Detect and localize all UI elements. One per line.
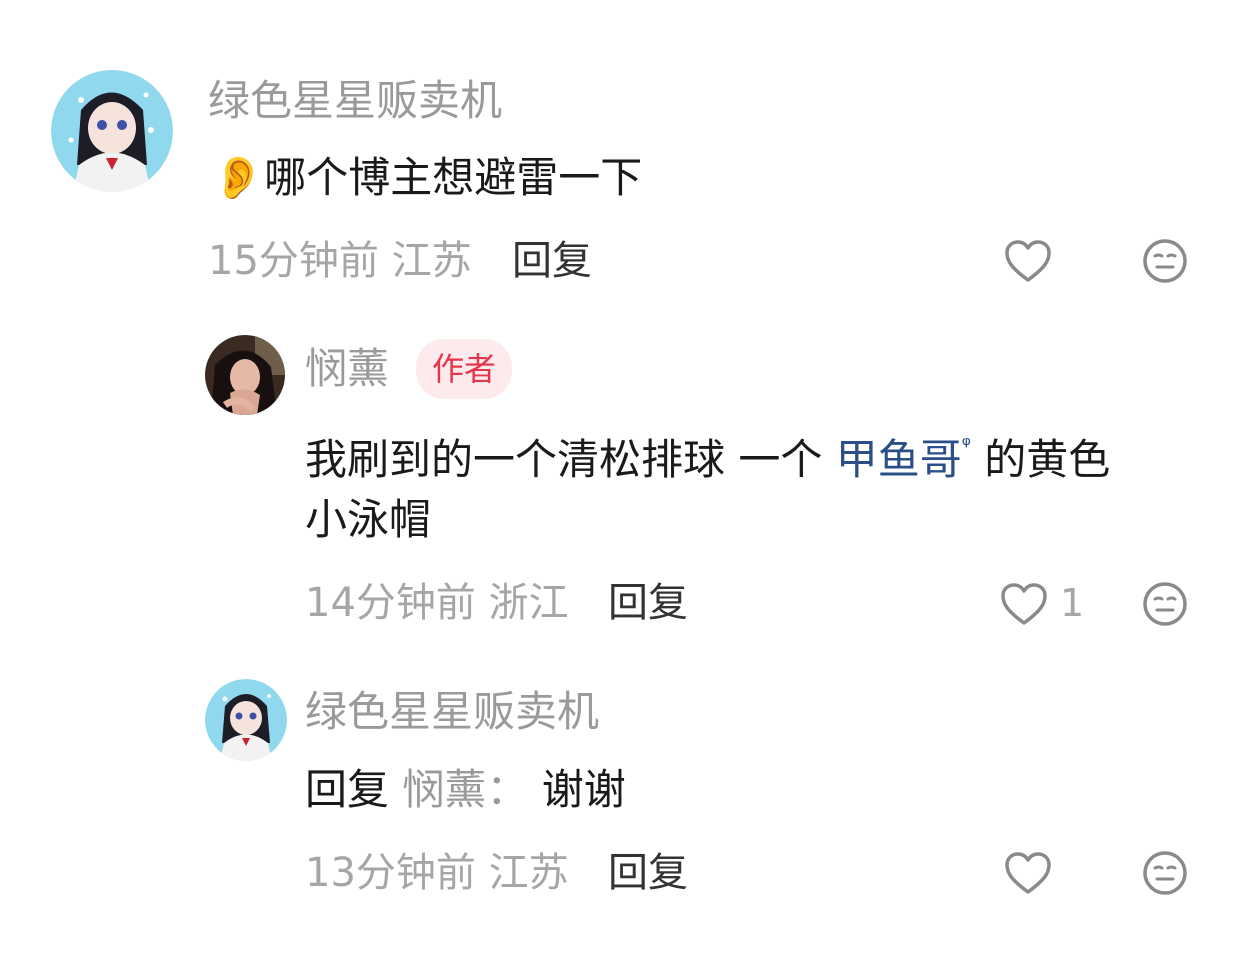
avatar[interactable] [205, 679, 287, 761]
comment-username[interactable]: 绿色星星贩卖机 [305, 691, 599, 733]
comment-meta: 15分钟前 江苏 [208, 241, 472, 281]
comment-username[interactable]: 悯薰 [305, 348, 389, 390]
comment-time: 14分钟前 [305, 580, 476, 626]
comment-text: 回复 悯薰： 谢谢 [305, 769, 626, 811]
comment-location: 江苏 [488, 850, 569, 896]
reply-button[interactable]: 回复 [608, 583, 688, 623]
comment-text-content-2: 的黄色 [970, 435, 1111, 484]
avatar[interactable] [51, 70, 173, 192]
heart-icon[interactable] [1004, 239, 1052, 287]
topic-link[interactable]: 甲鱼哥 [836, 435, 962, 484]
comment-username[interactable]: 绿色星星贩卖机 [208, 80, 502, 122]
mention-link[interactable]: 悯薰 [402, 765, 486, 814]
comment-location: 浙江 [488, 580, 569, 626]
ear-icon: 👂 [212, 153, 265, 202]
comment-meta: 13分钟前 江苏 [305, 853, 569, 893]
avatar[interactable] [205, 335, 285, 415]
heart-icon[interactable] [1004, 851, 1052, 899]
comment-text-content: 谢谢 [541, 765, 626, 814]
like-count: 1 [1060, 581, 1085, 625]
comment-time: 15分钟前 [208, 238, 379, 284]
comment-meta: 14分钟前 浙江 [305, 583, 569, 623]
reply-button[interactable]: 回复 [512, 241, 592, 281]
search-icon[interactable]: ᵠ [962, 433, 971, 458]
comment-time: 13分钟前 [305, 850, 476, 896]
reply-button[interactable]: 回复 [608, 853, 688, 893]
author-badge: 作者 [416, 339, 513, 399]
comment-location: 江苏 [391, 238, 472, 284]
comment-text-line2: 小泳帽 [305, 495, 432, 544]
comment-text: 👂哪个博主想避雷一下 [212, 157, 642, 199]
mention-separator: ： [486, 765, 529, 814]
meh-face-icon[interactable] [1142, 238, 1188, 288]
reply-prefix: 回复 [305, 765, 390, 814]
meh-face-icon[interactable] [1142, 850, 1188, 900]
heart-icon[interactable] [1000, 582, 1048, 630]
comment-text-content: 哪个博主想避雷一下 [264, 153, 643, 202]
comment-text-content: 我刷到的一个清松排球 一个 [305, 435, 836, 484]
meh-face-icon[interactable] [1142, 581, 1188, 631]
comment-text: 我刷到的一个清松排球 一个 甲鱼哥ᵠ 的黄色 [305, 425, 1110, 481]
